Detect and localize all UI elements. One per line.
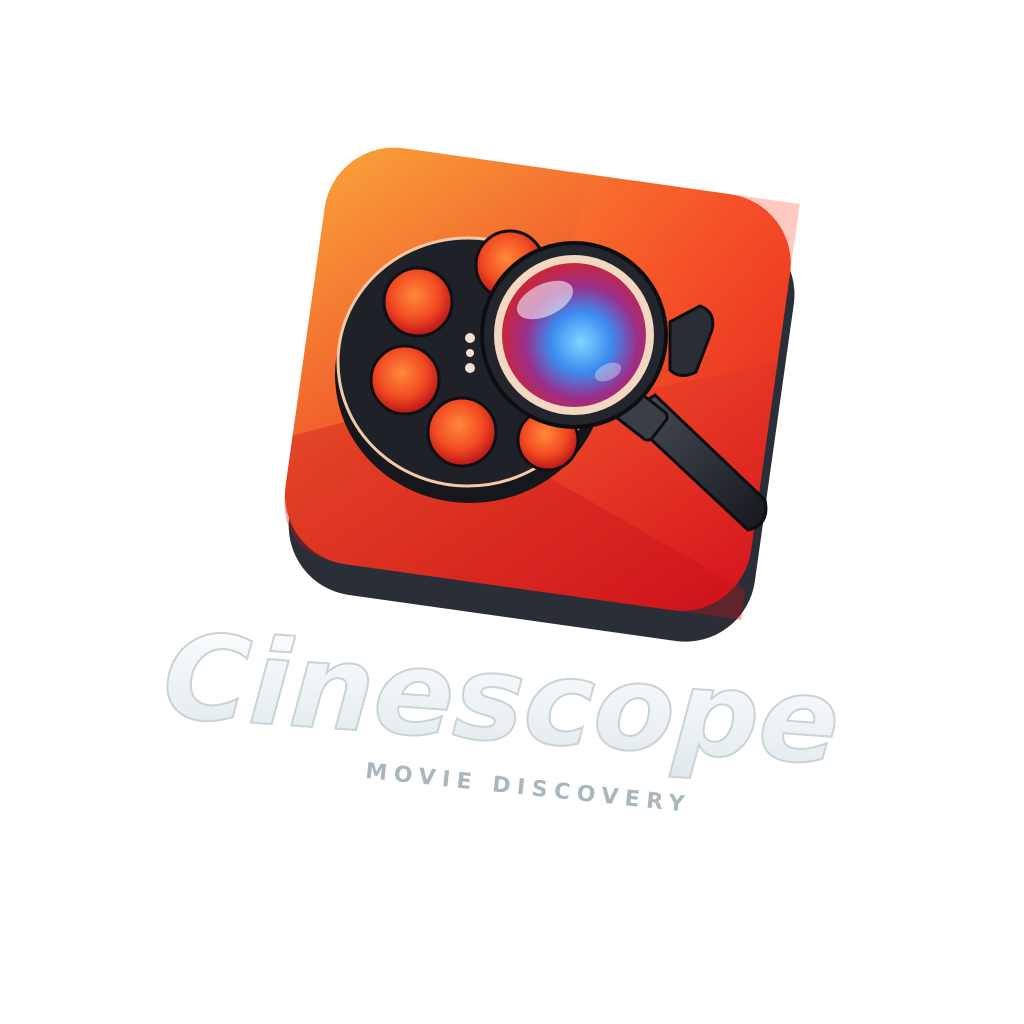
brand-wordmark: Cinescope [159, 607, 844, 792]
logo-canvas: Cinescope MOVIE DISCOVERY [0, 0, 1024, 1024]
app-logo: Cinescope MOVIE DISCOVERY [158, 147, 845, 818]
